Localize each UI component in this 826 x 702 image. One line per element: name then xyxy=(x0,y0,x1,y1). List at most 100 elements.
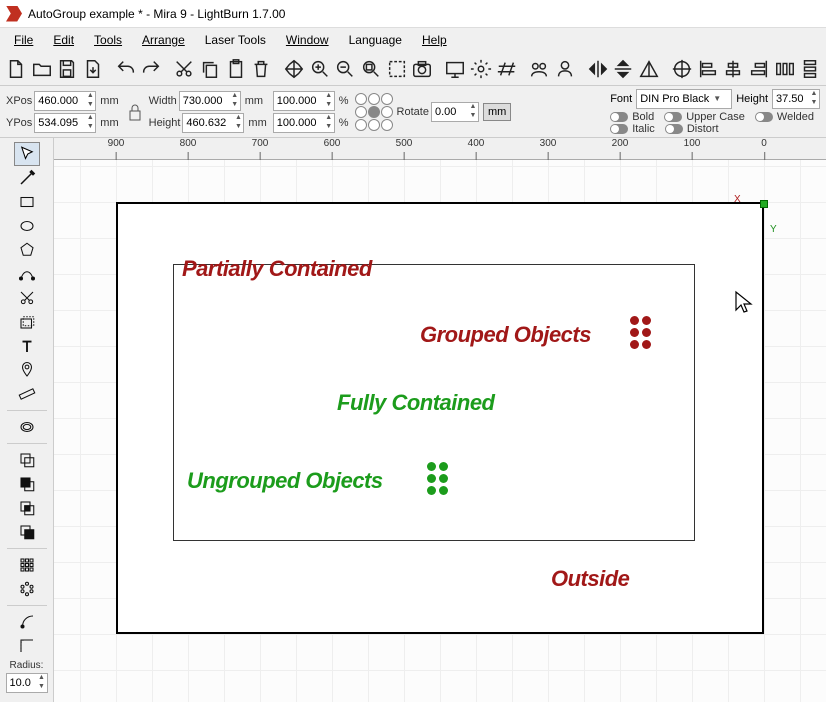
grouped-dots-red[interactable] xyxy=(630,316,651,349)
radius-tool[interactable] xyxy=(14,634,40,658)
height-input[interactable]: ▲▼ xyxy=(182,113,244,133)
edit-text-scissors-tool[interactable] xyxy=(14,286,40,310)
app-logo-icon xyxy=(6,6,22,22)
align-left-button[interactable] xyxy=(696,55,720,83)
mirror-button[interactable] xyxy=(637,55,661,83)
axis-y-label: Y xyxy=(770,224,777,235)
boolean-intersect-tool[interactable] xyxy=(14,496,40,520)
text-grouped-objects[interactable]: Grouped Objects xyxy=(420,322,591,348)
left-toolbar: Radius: ▲▼ xyxy=(0,138,54,702)
boolean-diff-tool[interactable] xyxy=(14,520,40,544)
save-button[interactable] xyxy=(55,55,79,83)
menu-language[interactable]: Language xyxy=(341,31,410,49)
import-button[interactable] xyxy=(81,55,105,83)
axis-x-label: X xyxy=(734,194,741,205)
rectangle-tool[interactable] xyxy=(14,190,40,214)
distort-toggle[interactable] xyxy=(665,124,683,134)
polygon-tool[interactable] xyxy=(14,238,40,262)
distribute-v-button[interactable] xyxy=(798,55,822,83)
settings-button[interactable] xyxy=(469,55,493,83)
flip-h-button[interactable] xyxy=(586,55,610,83)
text-tool[interactable] xyxy=(14,334,40,358)
ellipse-tool[interactable] xyxy=(14,214,40,238)
align-center-button[interactable] xyxy=(670,55,694,83)
lock-aspect-icon[interactable] xyxy=(125,98,145,126)
menu-window[interactable]: Window xyxy=(278,31,337,49)
menu-file[interactable]: File xyxy=(6,31,41,49)
width-input[interactable]: ▲▼ xyxy=(179,91,241,111)
align-vcenter-button[interactable] xyxy=(721,55,745,83)
boolean-union-tool[interactable] xyxy=(14,448,40,472)
canvas-area[interactable]: 900 800 700 600 500 400 300 200 100 0 Pa… xyxy=(54,138,826,702)
text-ungrouped-objects[interactable]: Ungrouped Objects xyxy=(187,468,383,494)
align-right-button[interactable] xyxy=(747,55,771,83)
canvas[interactable]: Partially Contained Grouped Objects Full… xyxy=(54,160,826,702)
selection-frame-button[interactable] xyxy=(385,55,409,83)
units-button[interactable]: mm xyxy=(483,103,511,121)
main-toolbar xyxy=(0,52,826,86)
draw-line-tool[interactable] xyxy=(14,166,40,190)
scale-y-input[interactable]: ▲▼ xyxy=(273,113,335,133)
ypos-label: YPos xyxy=(6,117,32,129)
device-settings-button[interactable] xyxy=(495,55,519,83)
zoom-frame-button[interactable] xyxy=(359,55,383,83)
edit-start-tool[interactable] xyxy=(14,610,40,634)
scale-x-input[interactable]: ▲▼ xyxy=(273,91,335,111)
menu-arrange[interactable]: Arrange xyxy=(134,31,193,49)
workspace: Radius: ▲▼ 900 800 700 600 500 400 300 2… xyxy=(0,138,826,702)
menubar: File Edit Tools Arrange Laser Tools Wind… xyxy=(0,28,826,52)
undo-button[interactable] xyxy=(114,55,138,83)
group-button[interactable] xyxy=(527,55,551,83)
ypos-input[interactable]: ▲▼ xyxy=(34,113,96,133)
pan-button[interactable] xyxy=(282,55,306,83)
boolean-subtract-tool[interactable] xyxy=(14,472,40,496)
titlebar: AutoGroup example * - Mira 9 - LightBurn… xyxy=(0,0,826,28)
preview-button[interactable] xyxy=(443,55,467,83)
ruler-horizontal: 900 800 700 600 500 400 300 200 100 0 xyxy=(54,138,826,160)
zoom-out-button[interactable] xyxy=(333,55,357,83)
font-height-input[interactable]: ▲▼ xyxy=(772,89,820,109)
distribute-h-button[interactable] xyxy=(773,55,797,83)
ungroup-button[interactable] xyxy=(553,55,577,83)
new-file-button[interactable] xyxy=(4,55,28,83)
radius-input[interactable]: ▲▼ xyxy=(6,673,48,693)
select-tool[interactable] xyxy=(14,142,40,166)
anchor-grid[interactable] xyxy=(355,93,393,131)
menu-edit[interactable]: Edit xyxy=(45,31,82,49)
text-fully-contained[interactable]: Fully Contained xyxy=(337,390,495,416)
property-bar: XPos ▲▼ mm YPos ▲▼ mm Width ▲▼ mm Height… xyxy=(0,86,826,138)
position-tool[interactable] xyxy=(14,358,40,382)
camera-button[interactable] xyxy=(411,55,435,83)
menu-tools[interactable]: Tools xyxy=(86,31,130,49)
cut-button[interactable] xyxy=(172,55,196,83)
unit-mm: mm xyxy=(98,95,120,107)
font-select[interactable]: DIN Pro Black▼ xyxy=(636,89,732,109)
height-label: Height xyxy=(149,117,181,129)
ring-tool[interactable] xyxy=(14,415,40,439)
menu-laser-tools[interactable]: Laser Tools xyxy=(197,31,274,49)
menu-help[interactable]: Help xyxy=(414,31,455,49)
bold-toggle[interactable] xyxy=(610,112,628,122)
welded-toggle[interactable] xyxy=(755,112,773,122)
font-height-label: Height xyxy=(736,93,768,105)
delete-button[interactable] xyxy=(249,55,273,83)
offset-tool[interactable] xyxy=(14,310,40,334)
text-outside[interactable]: Outside xyxy=(551,566,629,592)
italic-toggle[interactable] xyxy=(610,124,628,134)
open-file-button[interactable] xyxy=(30,55,54,83)
xpos-input[interactable]: ▲▼ xyxy=(34,91,96,111)
circular-array-tool[interactable] xyxy=(14,577,40,601)
redo-button[interactable] xyxy=(140,55,164,83)
text-partially-contained[interactable]: Partially Contained xyxy=(182,256,372,282)
upper-toggle[interactable] xyxy=(664,112,682,122)
rotate-input[interactable]: ▲▼ xyxy=(431,102,479,122)
ungrouped-dots-green[interactable] xyxy=(427,462,448,495)
copy-button[interactable] xyxy=(198,55,222,83)
measure-tool[interactable] xyxy=(14,382,40,406)
rotate-label: Rotate xyxy=(397,106,429,118)
zoom-in-button[interactable] xyxy=(308,55,332,83)
grid-array-tool[interactable] xyxy=(14,553,40,577)
paste-button[interactable] xyxy=(224,55,248,83)
edit-nodes-tool[interactable] xyxy=(14,262,40,286)
flip-v-button[interactable] xyxy=(612,55,636,83)
